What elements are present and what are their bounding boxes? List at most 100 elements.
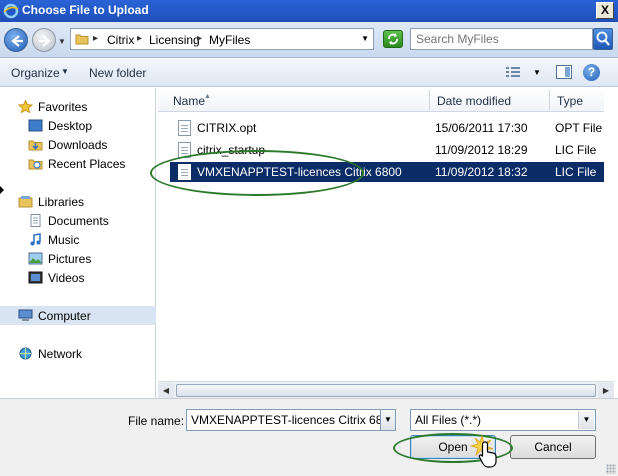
- nav-item-desktop[interactable]: Desktop: [0, 116, 156, 135]
- file-icon: [178, 120, 191, 136]
- downloads-icon: [28, 140, 43, 151]
- breadcrumb-separator[interactable]: ▸: [137, 33, 142, 44]
- scroll-left-icon[interactable]: ◀: [158, 383, 174, 398]
- command-toolbar: Organize ▼ New folder ▼ ?: [0, 59, 618, 87]
- computer-icon: [18, 309, 33, 321]
- file-type-dropdown-icon[interactable]: ▼: [578, 411, 594, 429]
- file-name: VMXENAPPTEST-licences Citrix 6800: [197, 165, 402, 179]
- horizontal-scrollbar[interactable]: ◀ ▶: [158, 381, 614, 398]
- nav-item-videos[interactable]: Videos: [0, 268, 156, 287]
- file-name-dropdown-icon[interactable]: ▼: [380, 409, 396, 431]
- search-icon: [596, 31, 610, 46]
- folder-icon: [75, 34, 89, 45]
- breadcrumb-myfiles[interactable]: MyFiles: [209, 33, 250, 47]
- search-button[interactable]: [593, 28, 613, 50]
- change-view-icon[interactable]: [505, 65, 521, 79]
- nav-item-libraries[interactable]: Libraries: [0, 192, 156, 211]
- sort-ascending-icon: ▲: [204, 93, 211, 100]
- breadcrumb-licensing[interactable]: Licensing: [149, 33, 200, 47]
- address-field[interactable]: ▸ Citrix ▸ Licensing ▸ MyFiles ▼: [70, 28, 374, 50]
- file-date: 11/09/2012 18:32: [435, 165, 528, 179]
- file-icon: [178, 164, 191, 180]
- organize-dropdown-icon[interactable]: ▼: [61, 67, 69, 76]
- nav-label: Computer: [38, 309, 91, 323]
- nav-label: Downloads: [48, 138, 108, 152]
- help-icon[interactable]: ?: [583, 64, 600, 81]
- search-field[interactable]: [410, 28, 593, 50]
- file-row-selected[interactable]: VMXENAPPTEST-licences Citrix 6800 11/09/…: [170, 162, 604, 182]
- documents-icon: [30, 214, 41, 227]
- column-header-date[interactable]: Date modified: [430, 90, 550, 112]
- window-title: Choose File to Upload: [22, 3, 149, 17]
- back-button[interactable]: [4, 28, 28, 52]
- scroll-right-icon[interactable]: ▶: [598, 383, 614, 398]
- title-bar: Choose File to Upload X: [0, 0, 618, 22]
- music-icon: [30, 233, 41, 246]
- expand-arrow-icon[interactable]: [0, 186, 4, 194]
- nav-label: Pictures: [48, 252, 92, 266]
- forward-button[interactable]: [32, 28, 56, 52]
- recent-pages-dropdown-icon[interactable]: ▼: [58, 37, 66, 46]
- nav-item-pictures[interactable]: Pictures: [0, 249, 156, 268]
- pictures-icon: [28, 252, 43, 265]
- address-dropdown-icon[interactable]: ▼: [361, 34, 369, 43]
- file-row[interactable]: CITRIX.opt 15/06/2011 17:30 OPT File: [170, 118, 604, 138]
- more-views-dropdown-icon[interactable]: ▼: [533, 68, 541, 77]
- file-name-field[interactable]: VMXENAPPTEST-licences Citrix 6800: [186, 409, 382, 431]
- column-header-row: Name ▲ Date modified Type: [158, 88, 604, 112]
- new-folder-button[interactable]: New folder: [89, 66, 146, 80]
- vertical-scroll-area[interactable]: [604, 88, 618, 381]
- star-icon: [18, 100, 33, 113]
- file-type-value: All Files (*.*): [415, 413, 482, 427]
- breadcrumb-citrix[interactable]: Citrix: [107, 33, 134, 47]
- file-row[interactable]: citrix_startup 11/09/2012 18:29 LIC File: [170, 140, 604, 160]
- search-input[interactable]: [416, 30, 591, 48]
- organize-menu-button[interactable]: Organize: [11, 66, 60, 80]
- breadcrumb-separator[interactable]: ▸: [197, 33, 202, 44]
- file-date: 15/06/2011 17:30: [435, 121, 528, 135]
- file-list: Name ▲ Date modified Type CITRIX.opt 15/…: [158, 88, 604, 396]
- refresh-icon: [388, 33, 398, 45]
- scrollbar-thumb[interactable]: [176, 384, 596, 397]
- back-arrow-icon: [11, 35, 23, 47]
- file-type-select[interactable]: All Files (*.*) ▼: [410, 409, 596, 431]
- column-header-type[interactable]: Type: [550, 90, 604, 112]
- nav-label: Network: [38, 347, 83, 361]
- file-date: 11/09/2012 18:29: [435, 143, 528, 157]
- footer-panel: File name: VMXENAPPTEST-licences Citrix …: [0, 398, 618, 476]
- column-label: Name: [173, 94, 206, 108]
- nav-item-network[interactable]: Network: [0, 344, 156, 363]
- file-name-label: File name:: [128, 414, 185, 428]
- column-label: Type: [557, 94, 584, 108]
- file-type: OPT File: [555, 121, 603, 135]
- navigation-pane: Favorites Desktop Downloads Recent Place…: [0, 88, 156, 398]
- nav-label: Videos: [48, 271, 85, 285]
- nav-item-downloads[interactable]: Downloads: [0, 135, 156, 154]
- refresh-button[interactable]: [383, 30, 403, 48]
- nav-label: Desktop: [48, 119, 93, 133]
- recent-places-icon: [28, 159, 43, 170]
- close-button[interactable]: X: [596, 2, 614, 19]
- nav-item-music[interactable]: Music: [0, 230, 156, 249]
- file-type: LIC File: [555, 143, 597, 157]
- internet-explorer-icon: [3, 3, 19, 19]
- libraries-icon: [18, 196, 33, 208]
- nav-item-documents[interactable]: Documents: [0, 211, 156, 230]
- nav-label: Favorites: [38, 100, 88, 114]
- desktop-icon: [28, 119, 43, 132]
- nav-item-computer[interactable]: Computer: [0, 306, 156, 325]
- nav-label: Libraries: [38, 195, 85, 209]
- breadcrumb-separator[interactable]: ▸: [93, 33, 98, 44]
- file-icon: [178, 142, 191, 158]
- resize-grip-icon[interactable]: [606, 464, 616, 474]
- preview-pane-icon[interactable]: [556, 65, 572, 79]
- mouse-cursor-icon: [478, 441, 497, 468]
- forward-arrow-icon: [39, 35, 51, 47]
- nav-label: Documents: [48, 214, 109, 228]
- network-icon: [19, 347, 32, 360]
- file-name: citrix_startup: [197, 143, 266, 157]
- address-bar: ▼ ▸ Citrix ▸ Licensing ▸ MyFiles ▼: [0, 22, 618, 58]
- cancel-button[interactable]: Cancel: [510, 435, 596, 459]
- nav-item-recent-places[interactable]: Recent Places: [0, 154, 156, 173]
- nav-item-favorites[interactable]: Favorites: [0, 97, 156, 116]
